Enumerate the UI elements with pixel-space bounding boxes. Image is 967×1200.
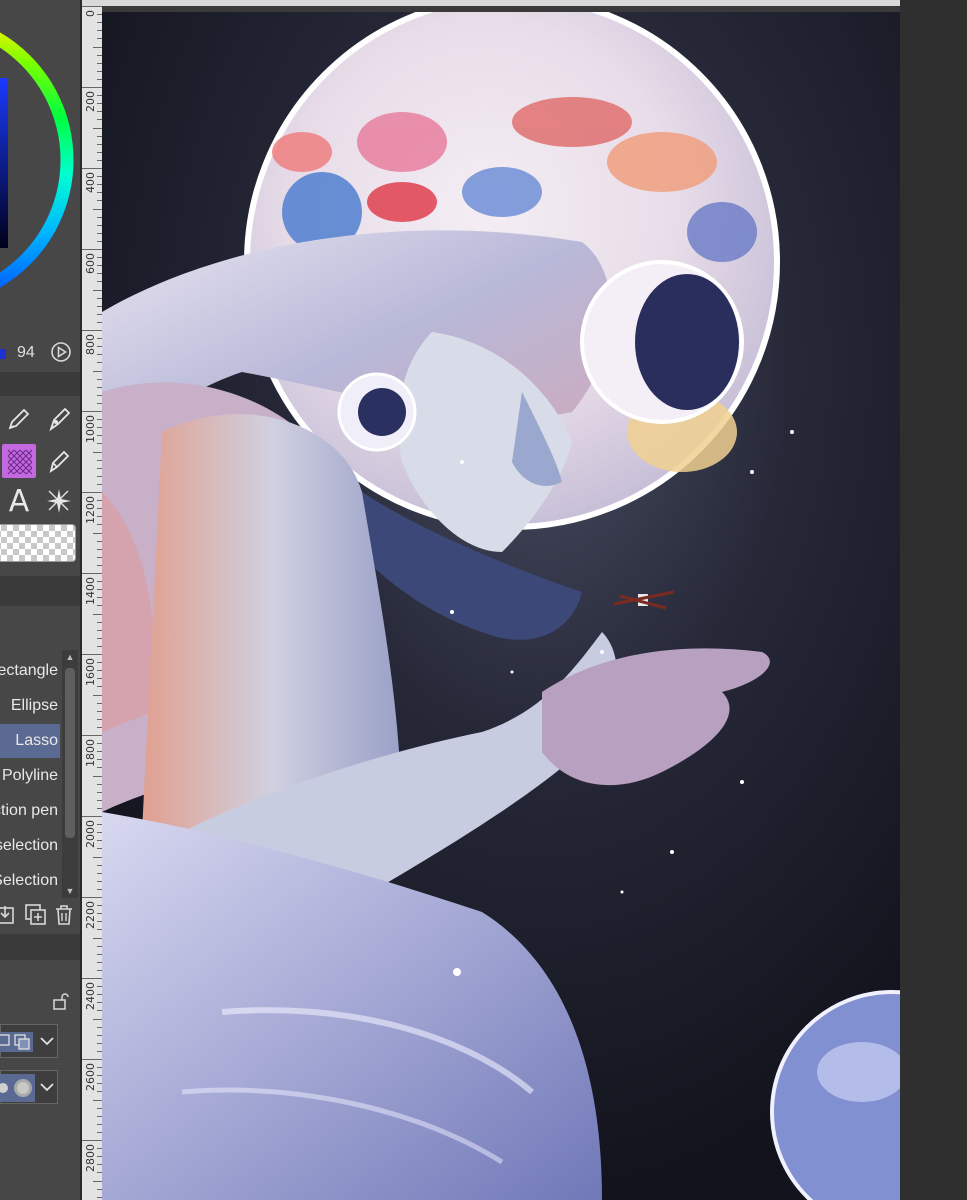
ruler-tick: [82, 492, 102, 493]
unlock-icon[interactable]: [52, 992, 70, 1010]
ruler-tick: [93, 451, 102, 453]
ruler-label: 1000: [84, 415, 97, 443]
ruler-tick: [82, 1140, 102, 1141]
ruler-tick: [93, 208, 102, 210]
value-slider[interactable]: [0, 349, 6, 359]
ruler-tick: [93, 1180, 102, 1182]
chevron-down-icon: [40, 1037, 54, 1046]
antialias-icon: [0, 1074, 35, 1102]
artwork: [102, 12, 900, 1200]
scroll-up-icon[interactable]: ▲: [62, 650, 78, 664]
ruler-label: 2800: [84, 1144, 97, 1172]
ruler-label: 200: [84, 91, 97, 112]
sparkle-effect-icon: [47, 489, 71, 513]
ruler-tick: [82, 735, 102, 736]
ruler-tick: [82, 249, 102, 250]
grid-pattern-icon: [7, 449, 32, 474]
sub-tool-selection-pen[interactable]: Selection pen: [0, 794, 60, 828]
horizontal-ruler: [82, 0, 967, 6]
ruler-label: 2600: [84, 1063, 97, 1091]
tool-grid: A: [0, 400, 80, 530]
ruler-tick: [82, 897, 102, 898]
duplicate-icon[interactable]: [24, 903, 48, 927]
ruler-tick: [82, 168, 102, 169]
marker-pen-icon: [49, 450, 70, 474]
ruler-label: 400: [84, 172, 97, 193]
tool-tone-active[interactable]: [2, 444, 36, 478]
tool-text[interactable]: A: [2, 483, 36, 519]
sub-tool-scrollbar[interactable]: ▲ ▼: [62, 650, 78, 898]
sub-tool-lasso[interactable]: Lasso: [0, 724, 60, 758]
ruler-tick: [93, 613, 102, 615]
sub-tool-polyline[interactable]: Polyline: [0, 759, 60, 793]
ruler-label: 0: [84, 10, 97, 17]
sub-tool-shrink-selection[interactable]: Shrink selection: [0, 829, 60, 863]
ruler-tick: [93, 532, 102, 534]
ruler-tick: [82, 87, 102, 88]
ruler-label: 1400: [84, 577, 97, 605]
import-icon[interactable]: [0, 903, 18, 927]
pen-fill-icon: [49, 407, 71, 432]
ruler-tick: [82, 1059, 102, 1060]
drawing-canvas[interactable]: [102, 12, 900, 1200]
ruler-label: 2000: [84, 820, 97, 848]
color-value-row: 94: [0, 340, 80, 370]
tool-pen[interactable]: [2, 402, 36, 436]
ruler-label: 2400: [84, 982, 97, 1010]
ruler-tick: [93, 289, 102, 291]
tool-effect[interactable]: [42, 484, 76, 518]
ruler-tick: [93, 370, 102, 372]
ruler-tick: [82, 6, 102, 7]
tool-pen-fill[interactable]: [42, 402, 76, 436]
selection-mode-dropdown[interactable]: [0, 1024, 58, 1058]
ruler-label: 800: [84, 334, 97, 355]
sub-tool-selection[interactable]: Selection: [0, 864, 60, 898]
ruler-label: 1200: [84, 496, 97, 524]
transparent-color-swatch[interactable]: [0, 524, 76, 562]
trash-icon[interactable]: [52, 903, 76, 927]
ruler-tick: [82, 816, 102, 817]
ruler-label: 2200: [84, 901, 97, 929]
play-icon[interactable]: [50, 341, 72, 363]
ruler-label: 1800: [84, 739, 97, 767]
chevron-down-icon: [40, 1083, 54, 1092]
selection-mode-icon: [0, 1032, 33, 1052]
text-tool-icon: A: [8, 483, 30, 519]
saturation-square: [0, 78, 8, 248]
ruler-tick: [93, 694, 102, 696]
tool-panel: 94 A ectangle Ellipse Lasso Polyline tio…: [0, 0, 80, 1200]
ruler-tick: [93, 856, 102, 858]
ruler-tick: [93, 937, 102, 939]
ruler-tick: [93, 1099, 102, 1101]
ruler-tick: [93, 1018, 102, 1020]
ruler-tick: [82, 978, 102, 979]
scroll-thumb[interactable]: [65, 668, 75, 838]
color-wheel[interactable]: [0, 20, 76, 300]
ruler-label: 600: [84, 253, 97, 274]
sub-tool-footer: [0, 898, 80, 932]
ruler-tick: [82, 573, 102, 574]
panel-header: [0, 372, 80, 396]
ruler-label: 1600: [84, 658, 97, 686]
antialias-dropdown[interactable]: [0, 1070, 58, 1104]
sub-tool-ellipse[interactable]: Ellipse: [0, 689, 60, 723]
canvas-gutter: [900, 0, 967, 1200]
ruler-tick: [93, 775, 102, 777]
sub-tool-header: [0, 576, 80, 606]
sub-tool-rectangle[interactable]: Rectangle: [0, 654, 60, 688]
ruler-tick: [82, 330, 102, 331]
tool-property-area: [0, 960, 80, 1110]
property-header: [0, 934, 80, 960]
ruler-tick: [93, 46, 102, 48]
scroll-down-icon[interactable]: ▼: [62, 884, 78, 898]
ruler-tick: [93, 127, 102, 129]
ruler-tick: [82, 411, 102, 412]
pen-nib-icon: [8, 408, 30, 430]
tool-marker[interactable]: [42, 444, 76, 478]
vertical-ruler: 0 200 400 600 800 1000 1200 1400 1600 1800 2000 220…: [82, 6, 102, 1200]
ruler-tick: [82, 654, 102, 655]
value-readout: 94: [17, 344, 35, 361]
